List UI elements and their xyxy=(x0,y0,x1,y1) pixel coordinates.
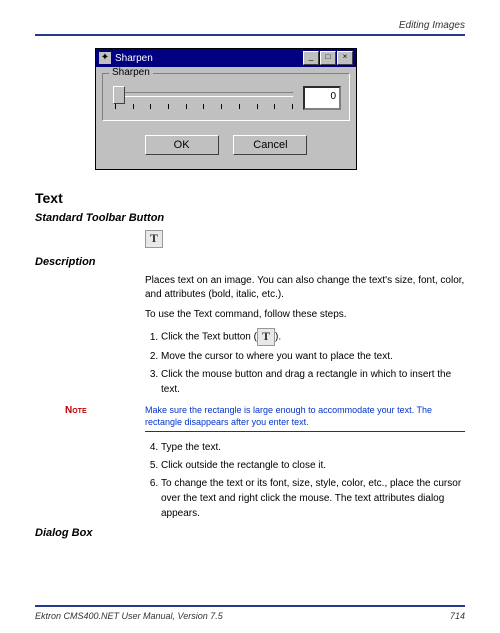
dialog-titlebar: ✦ Sharpen _ □ × xyxy=(96,49,356,67)
step-item: Click the mouse button and drag a rectan… xyxy=(161,367,465,397)
steps-list-b: Type the text. Click outside the rectang… xyxy=(145,440,465,521)
text-tool-icon: T xyxy=(145,230,163,248)
text-tool-icon: T xyxy=(257,328,275,346)
maximize-icon[interactable]: □ xyxy=(320,51,336,65)
minimize-icon[interactable]: _ xyxy=(303,51,319,65)
group-label: Sharpen xyxy=(109,67,153,78)
step-text-suffix: ). xyxy=(275,332,281,343)
cancel-button[interactable]: Cancel xyxy=(233,135,307,155)
subhead-toolbar: Standard Toolbar Button xyxy=(35,212,465,224)
section-title: Text xyxy=(35,190,465,206)
dialog-title: Sharpen xyxy=(115,53,303,64)
step-item: Click outside the rectangle to close it. xyxy=(161,458,465,473)
page-header-section: Editing Images xyxy=(35,20,465,31)
footer-rule xyxy=(35,605,465,607)
subhead-description: Description xyxy=(35,256,465,268)
step-text: Click the Text button ( xyxy=(161,332,257,343)
sharpen-dialog: ✦ Sharpen _ □ × Sharpen xyxy=(95,48,357,170)
step-item: Type the text. xyxy=(161,440,465,455)
close-icon[interactable]: × xyxy=(337,51,353,65)
note-text: Make sure the rectangle is large enough … xyxy=(145,405,465,432)
system-menu-icon[interactable]: ✦ xyxy=(99,52,111,64)
description-paragraph-2: To use the Text command, follow these st… xyxy=(145,308,465,322)
slider-thumb-icon[interactable] xyxy=(113,86,125,104)
footer-product: Ektron CMS400.NET User Manual, Version 7… xyxy=(35,611,223,621)
page-footer: Ektron CMS400.NET User Manual, Version 7… xyxy=(35,593,465,621)
step-item: To change the text or its font, size, st… xyxy=(161,476,465,521)
description-paragraph-1: Places text on an image. You can also ch… xyxy=(145,274,465,302)
note-label: Note xyxy=(65,405,105,416)
steps-list-a: Click the Text button (T). Move the curs… xyxy=(145,328,465,397)
sharpen-slider[interactable] xyxy=(111,86,297,110)
step-item: Move the cursor to where you want to pla… xyxy=(161,349,465,364)
sharpen-value-input[interactable]: 0 xyxy=(303,86,341,110)
ok-button[interactable]: OK xyxy=(145,135,219,155)
note-block: Note Make sure the rectangle is large en… xyxy=(35,405,465,432)
footer-page-number: 714 xyxy=(450,611,465,621)
subhead-dialog-box: Dialog Box xyxy=(35,527,465,539)
sharpen-group: Sharpen 0 xyxy=(102,73,350,121)
step-item: Click the Text button (T). xyxy=(161,328,465,346)
header-rule xyxy=(35,34,465,36)
